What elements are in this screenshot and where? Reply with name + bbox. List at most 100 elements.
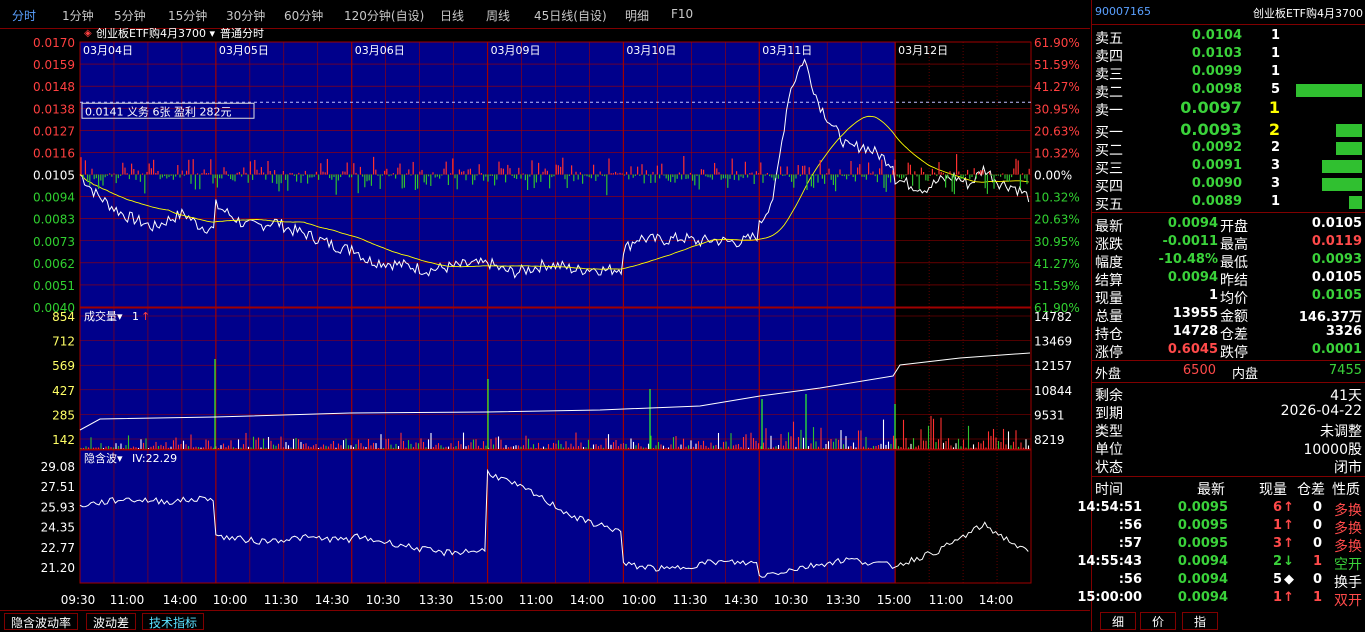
time-label: 11:30 [673, 593, 708, 607]
iv-value: IV:22.29 [132, 452, 177, 465]
pct-tick: 10.32% [1034, 146, 1080, 160]
pct-tick: 41.27% [1034, 80, 1080, 94]
chart-area[interactable]: 0.0170 61.90% 0.0159 51.59% 0.0148 41.27% 0.01… [0, 26, 1090, 610]
tick-oi-diff: 1 [1312, 590, 1322, 605]
date-label: 03月05日 [219, 44, 269, 57]
ticks-header-cell: 性质 [1332, 482, 1360, 498]
tick-time: 14:55:43 [1077, 554, 1142, 569]
time-label: 10:00 [213, 593, 248, 607]
stat-value: 14728 [1172, 324, 1218, 339]
time-label: 14:00 [163, 593, 198, 607]
stat-label: 均价 [1220, 291, 1248, 307]
tick-nature: 多换 [1334, 539, 1362, 555]
ticks-header-cell: 现量 [1259, 482, 1287, 498]
level-label: 卖三 [1095, 67, 1123, 83]
tick-volume: 1 [1272, 590, 1282, 605]
pct-tick: 41.27% [1034, 257, 1080, 271]
time-label: 13:30 [826, 593, 861, 607]
level-label: 卖四 [1095, 49, 1123, 65]
level-volume: 3 [1270, 176, 1280, 191]
stat-value: 13955 [1172, 306, 1218, 321]
tick-nature: 双开 [1334, 593, 1362, 609]
inner-value: 7455 [1328, 363, 1362, 378]
date-label: 03月06日 [355, 44, 405, 57]
tick-oi-diff: 0 [1312, 536, 1322, 551]
detail-tab[interactable]: 指 [1182, 612, 1218, 630]
tick-time: :56 [1118, 518, 1142, 533]
stat-value: 0.0105 [1311, 216, 1362, 231]
stat-label: 持仓 [1095, 327, 1123, 343]
stat-value: 1 [1208, 288, 1218, 303]
annotation-text: 0.0141 义务 6张 盈利 282元 [85, 105, 231, 118]
volume-label-value: 1 [132, 310, 139, 323]
panel-row: 单位 10000股 [1092, 439, 1365, 458]
bottom-tab[interactable]: 技术指标 [142, 613, 205, 630]
period-tab[interactable]: 5分钟 [114, 7, 146, 24]
tick-oi-diff: 0 [1312, 500, 1322, 515]
bottom-tab[interactable]: 隐含波动率 [4, 613, 79, 630]
period-tab[interactable]: 120分钟(自设) [344, 7, 424, 24]
period-tab[interactable]: 1分钟 [62, 7, 94, 24]
price-tick: 0.0094 [33, 191, 75, 205]
volume-tick: 712 [52, 335, 75, 349]
info-label: 类型 [1095, 424, 1123, 440]
outer-label: 外盘 [1095, 367, 1122, 382]
panel-row: 卖四 0.0103 1 [1092, 46, 1365, 65]
info-value: 未调整 [1320, 424, 1362, 440]
period-tab[interactable]: 日线 [440, 7, 464, 24]
stat-label: 幅度 [1095, 255, 1123, 271]
level-label: 卖五 [1095, 31, 1123, 47]
time-label: 11:00 [929, 593, 964, 607]
panel-row: :56 0.0094 5 ◆ 0 换手 [1092, 572, 1365, 591]
time-label: 14:00 [979, 593, 1014, 607]
ticks-header-cell: 最新 [1197, 482, 1225, 498]
period-tab[interactable]: 分时 [12, 7, 36, 24]
panel-row: 剩余 41天 [1092, 385, 1365, 404]
period-tab[interactable]: 15分钟 [168, 7, 207, 24]
period-tab[interactable]: 30分钟 [226, 7, 265, 24]
level-price: 0.0093 [1180, 120, 1242, 139]
period-tab[interactable]: 45日线(自设) [534, 7, 607, 24]
tick-volume: 2 [1272, 554, 1282, 569]
oi-tick: 14782 [1034, 310, 1072, 324]
stat-value: -10.48% [1158, 252, 1218, 267]
bottom-tab[interactable]: 波动差 [86, 613, 137, 630]
panel-row: 到期 2026-04-22 [1092, 403, 1365, 422]
detail-tab[interactable]: 细 [1100, 612, 1136, 630]
tick-nature: 换手 [1334, 575, 1362, 591]
time-label: 14:00 [570, 593, 605, 607]
level-volume: 5 [1270, 82, 1280, 97]
stat-label: 涨停 [1095, 345, 1123, 361]
level-volume-bar [1336, 124, 1362, 137]
oi-tick: 10844 [1034, 384, 1072, 398]
chart-svg[interactable]: 0.0170 61.90% 0.0159 51.59% 0.0148 41.27% 0.01… [0, 26, 1090, 610]
time-label: 14:30 [724, 593, 759, 607]
price-tick: 0.0148 [33, 80, 75, 94]
pct-tick: 30.95% [1034, 235, 1080, 249]
period-tab[interactable]: 60分钟 [284, 7, 323, 24]
tick-direction-icon: ↓ [1283, 554, 1294, 569]
date-label: 03月04日 [83, 44, 133, 57]
period-tab[interactable]: 明细 [625, 7, 649, 24]
volume-tick: 142 [52, 433, 75, 447]
time-label: 14:30 [315, 593, 350, 607]
tick-oi-diff: 0 [1312, 518, 1322, 533]
price-tick: 0.0127 [33, 124, 75, 138]
level-volume: 1 [1270, 194, 1280, 209]
stat-label: 最新 [1095, 219, 1123, 235]
tick-price: 0.0095 [1177, 536, 1228, 551]
period-tab[interactable]: 周线 [486, 7, 510, 24]
level-volume-bar [1296, 84, 1362, 97]
time-label: 15:00 [877, 593, 912, 607]
level-price: 0.0090 [1191, 176, 1242, 191]
panel-row: 最新 0.0094 开盘 0.0105 [1092, 216, 1365, 235]
period-tab[interactable]: F10 [671, 7, 693, 21]
tick-direction-icon: ↑ [1283, 518, 1294, 533]
iv-label: 隐含波▾ [84, 451, 123, 465]
level-price: 0.0098 [1191, 82, 1242, 97]
detail-tab[interactable]: 价 [1140, 612, 1176, 630]
stat-value: 146.37万 [1298, 310, 1362, 325]
price-tick: 0.0083 [33, 213, 75, 227]
panel-row: 卖一 0.0097 1 [1092, 98, 1365, 119]
tick-volume: 1 [1272, 518, 1282, 533]
